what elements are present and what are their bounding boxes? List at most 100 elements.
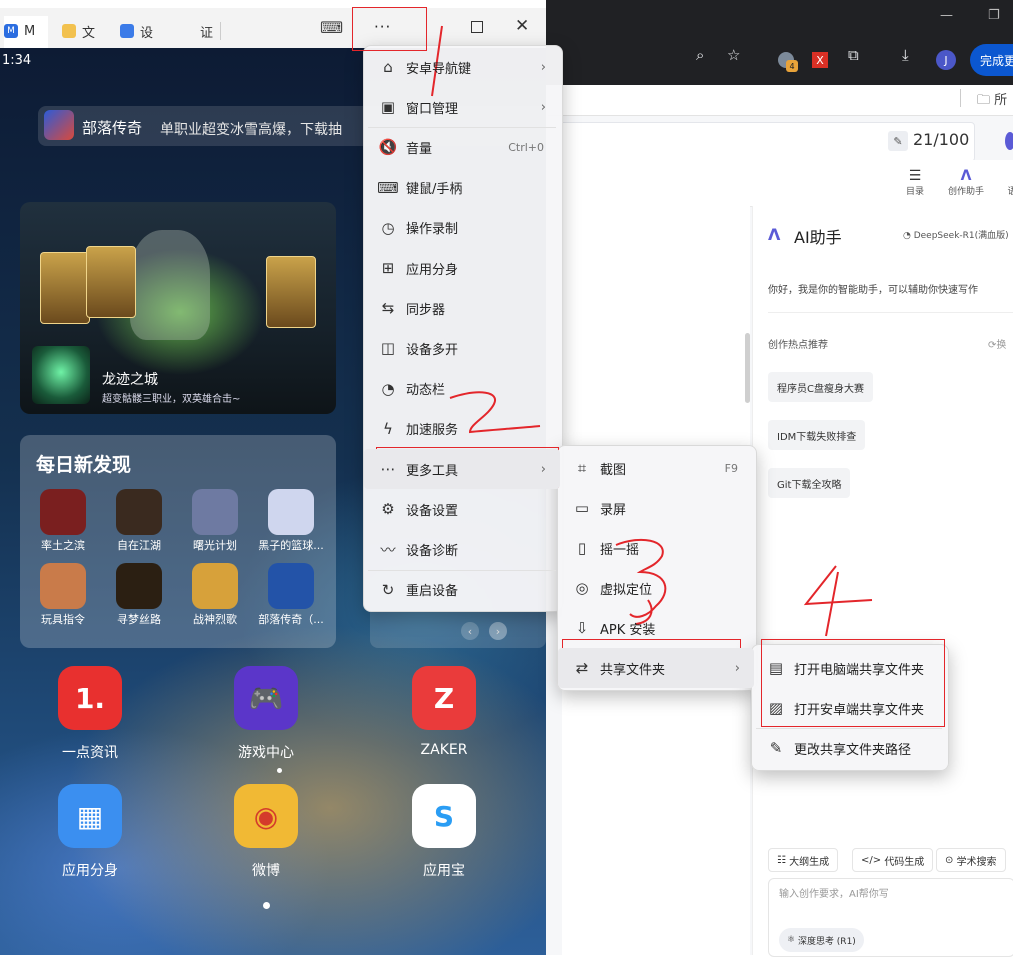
topic-chip[interactable]: IDM下载失败排查 (768, 420, 866, 450)
keyboard-icon[interactable]: ⌨ (320, 18, 343, 37)
zoom-icon[interactable]: ⌕ (696, 46, 704, 64)
menu-item-nav-keys[interactable]: ⌂ 安卓导航键 › (364, 47, 560, 87)
menu-item-shake[interactable]: ▯ 摇一摇 (558, 528, 754, 568)
folder-icon: 🗀 (977, 93, 995, 108)
maximize-icon[interactable] (471, 21, 483, 33)
toc-button[interactable]: ☰ 目录 (903, 168, 927, 197)
creation-assistant-button[interactable]: Ʌ 创作助手 (944, 168, 988, 197)
app-icon[interactable] (116, 489, 162, 535)
home-app-icon[interactable]: S (412, 784, 476, 848)
menu-item-screenshot[interactable]: ⌗ 截图 F9 (558, 448, 754, 488)
menu-item-label: 键鼠/手柄 (406, 182, 463, 198)
switch-topics-button[interactable]: ⟳换 (988, 336, 1006, 351)
menu-item-keyboard[interactable]: ⌨ 键鼠/手柄 (364, 168, 560, 208)
topic-chip[interactable]: 程序员C盘瘦身大赛 (768, 372, 873, 402)
editor-toolbar (546, 160, 1013, 207)
outline-gen-button[interactable]: ☷ 大纲生成 (768, 848, 839, 872)
home-app-icon[interactable]: 1. (58, 666, 122, 730)
emulator-tab[interactable]: 证 (200, 16, 213, 46)
bookmark-folder-label: 所 (994, 93, 1008, 108)
menu-item-label: 更多工具 (406, 463, 459, 479)
status-time: 1:34 (2, 53, 32, 68)
menu-item-android-folder[interactable]: ▨ 打开安卓端共享文件夹 (752, 688, 946, 728)
screenshot-icon: ⌗ (577, 459, 587, 477)
close-icon[interactable]: ✕ (515, 16, 529, 36)
menu-item-dynamic-bar[interactable]: ◔ 动态栏 (364, 369, 560, 409)
extension-red-icon[interactable]: X (812, 52, 828, 68)
app-icon[interactable] (40, 489, 86, 535)
home-app-icon[interactable]: Z (412, 666, 476, 730)
menu-item-record[interactable]: ◷ 操作录制 (364, 208, 560, 248)
app-label: 自在江湖 (117, 539, 161, 552)
download-icon[interactable]: ⤓ (902, 46, 909, 64)
menu-item-app-clone[interactable]: ⊞ 应用分身 (364, 248, 560, 288)
menu-item-window[interactable]: ▣ 窗口管理 › (364, 87, 560, 127)
featured-game-name: 龙迹之城 (102, 372, 158, 388)
prev-arrow-icon[interactable]: ‹ (461, 622, 479, 640)
ai-prompt-placeholder: 输入创作要求，AI帮你写 (779, 889, 889, 900)
deep-think-toggle[interactable]: ⚛ 深度思考 (R1) (779, 928, 864, 952)
editor-scrollbar[interactable] (745, 333, 750, 403)
next-arrow-icon[interactable]: › (489, 622, 507, 640)
profile-avatar[interactable]: J (936, 50, 956, 70)
menu-item-volume-mute[interactable]: 🔇 音量 Ctrl+0 (364, 127, 560, 167)
home-app-icon[interactable]: ◉ (234, 784, 298, 848)
academic-search-button[interactable]: ⊙ 学术搜索 (936, 848, 1006, 872)
carousel-card (370, 612, 546, 648)
restore-icon[interactable]: ❐ (988, 8, 1000, 23)
emulator-tab[interactable]: 文 (62, 16, 95, 46)
code-gen-button[interactable]: </> 代码生成 (852, 848, 934, 872)
menu-item-pencil[interactable]: ✎ 更改共享文件夹路径 (752, 728, 946, 768)
emulator-tab-active[interactable]: M M (4, 16, 35, 46)
apk-install-icon: ⇩ (575, 619, 589, 637)
ai-assistant-panel (752, 206, 1013, 955)
menu-item-multi-instance[interactable]: ◫ 设备多开 (364, 328, 560, 368)
menu-item-location[interactable]: ◎ 虚拟定位 (558, 568, 754, 608)
menu-item-label: 摇一摇 (600, 542, 640, 558)
list-icon: ☷ (777, 854, 790, 866)
home-app-label: ZAKER (420, 742, 468, 758)
bookmark-folder[interactable]: 🗀 所 (977, 89, 1007, 113)
menu-item-apk-install[interactable]: ⇩ APK 安装 (558, 608, 754, 648)
tab-label: 证 (200, 25, 214, 41)
minimize-icon[interactable]: — (940, 8, 953, 23)
menu-item-screen-record[interactable]: ▭ 录屏 (558, 488, 754, 528)
home-app-icon[interactable]: ▦ (58, 784, 122, 848)
app-icon[interactable] (40, 563, 86, 609)
menu-item-device-settings[interactable]: ⚙ 设备设置 (364, 489, 560, 529)
app-icon[interactable] (116, 563, 162, 609)
speed-icon: ϟ (383, 419, 393, 438)
bookmark-star-icon[interactable]: ☆ (727, 46, 740, 64)
app-icon[interactable] (192, 489, 238, 535)
app-icon[interactable] (268, 563, 314, 609)
language-button[interactable]: a 语 (1004, 168, 1013, 197)
volume-mute-icon: 🔇 (378, 138, 398, 157)
menu-item-speed[interactable]: ϟ 加速服务 (364, 409, 560, 449)
diagnose-icon: 〰 (380, 540, 396, 559)
puzzle-icon[interactable]: ⧉ (848, 46, 859, 64)
menu-item-pc-folder[interactable]: ▤ 打开电脑端共享文件夹 (752, 648, 946, 688)
menu-item-sync[interactable]: ⇆ 同步器 (364, 288, 560, 328)
menu-item-more-tools[interactable]: ⋯ 更多工具 › (364, 449, 560, 490)
menu-item-label: 更改共享文件夹路径 (794, 742, 912, 758)
menu-item-diagnose[interactable]: 〰设备诊断 (364, 529, 560, 569)
app-icon[interactable] (192, 563, 238, 609)
home-app-icon[interactable]: 🎮 (234, 666, 298, 730)
magic-wand-icon[interactable]: ✎ (888, 131, 908, 151)
finish-update-button[interactable]: 完成更 (970, 44, 1013, 76)
menu-item-label: 音量 (406, 141, 433, 157)
home-app-label: 应用宝 (423, 863, 465, 879)
menu-item-label: APK 安装 (600, 622, 656, 638)
divider (220, 22, 221, 40)
topic-chip[interactable]: Git下载全攻略 (768, 468, 851, 498)
app-icon[interactable] (268, 489, 314, 535)
menu-item-shared-folder[interactable]: ⇄ 共享文件夹 › (558, 648, 754, 688)
game-item-art (86, 246, 136, 318)
language-label: 语 (1007, 187, 1013, 197)
title-input[interactable] (546, 122, 975, 162)
assistant-float-icon[interactable] (1005, 132, 1013, 150)
emulator-tab[interactable]: 设 (120, 16, 153, 46)
extension-badge: 4 (786, 60, 798, 72)
model-selector[interactable]: ◔ DeepSeek-R1(满血版) (903, 228, 1009, 241)
menu-item-restart[interactable]: ↻ 重启设备 (364, 570, 560, 610)
